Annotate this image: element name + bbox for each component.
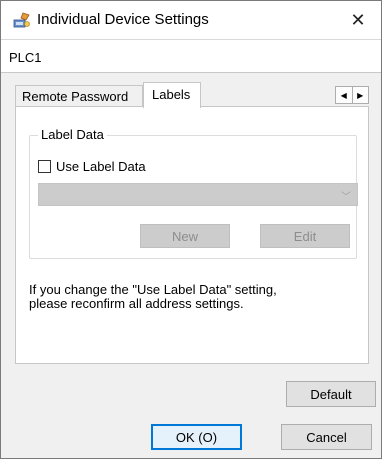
device-name-bar: PLC1 [1, 39, 381, 73]
group-title: Label Data [38, 127, 107, 142]
default-button[interactable]: Default [286, 381, 376, 407]
label-data-group: Label Data Use Label Data ﹀ New Edit [29, 127, 358, 259]
scroll-right-icon[interactable]: ▶ [353, 87, 369, 103]
use-label-data-checkbox[interactable] [38, 160, 51, 173]
tab-scroll-buttons: ◀ ▶ [335, 86, 369, 104]
dialog-window: Individual Device Settings ✕ PLC1 Remote… [0, 0, 382, 459]
tab-labels[interactable]: Labels [143, 82, 201, 108]
cancel-button[interactable]: Cancel [281, 424, 372, 450]
chevron-down-icon: ﹀ [341, 192, 351, 203]
scroll-left-icon[interactable]: ◀ [336, 87, 353, 103]
close-button[interactable]: ✕ [335, 1, 381, 39]
tab-remote-password[interactable]: Remote Password [15, 85, 143, 107]
info-note: If you change the "Use Label Data" setti… [29, 282, 277, 311]
window-title: Individual Device Settings [37, 11, 209, 28]
labels-tab-panel: Label Data Use Label Data ﹀ New Edit If … [15, 106, 369, 364]
settings-device-icon [13, 11, 31, 29]
label-data-select[interactable]: ﹀ [38, 183, 358, 206]
edit-button[interactable]: Edit [260, 224, 350, 248]
tab-label: Remote Password [22, 89, 129, 104]
tab-strip: Remote Password Labels ◀ ▶ [15, 82, 369, 108]
new-button[interactable]: New [140, 224, 230, 248]
close-icon: ✕ [350, 9, 366, 30]
title-bar[interactable]: Individual Device Settings ✕ [1, 1, 381, 39]
tab-label: Labels [152, 87, 191, 102]
device-name: PLC1 [9, 50, 42, 65]
use-label-data-label[interactable]: Use Label Data [56, 159, 146, 174]
use-label-data-row[interactable]: Use Label Data [38, 159, 146, 174]
ok-button[interactable]: OK (O) [151, 424, 242, 450]
